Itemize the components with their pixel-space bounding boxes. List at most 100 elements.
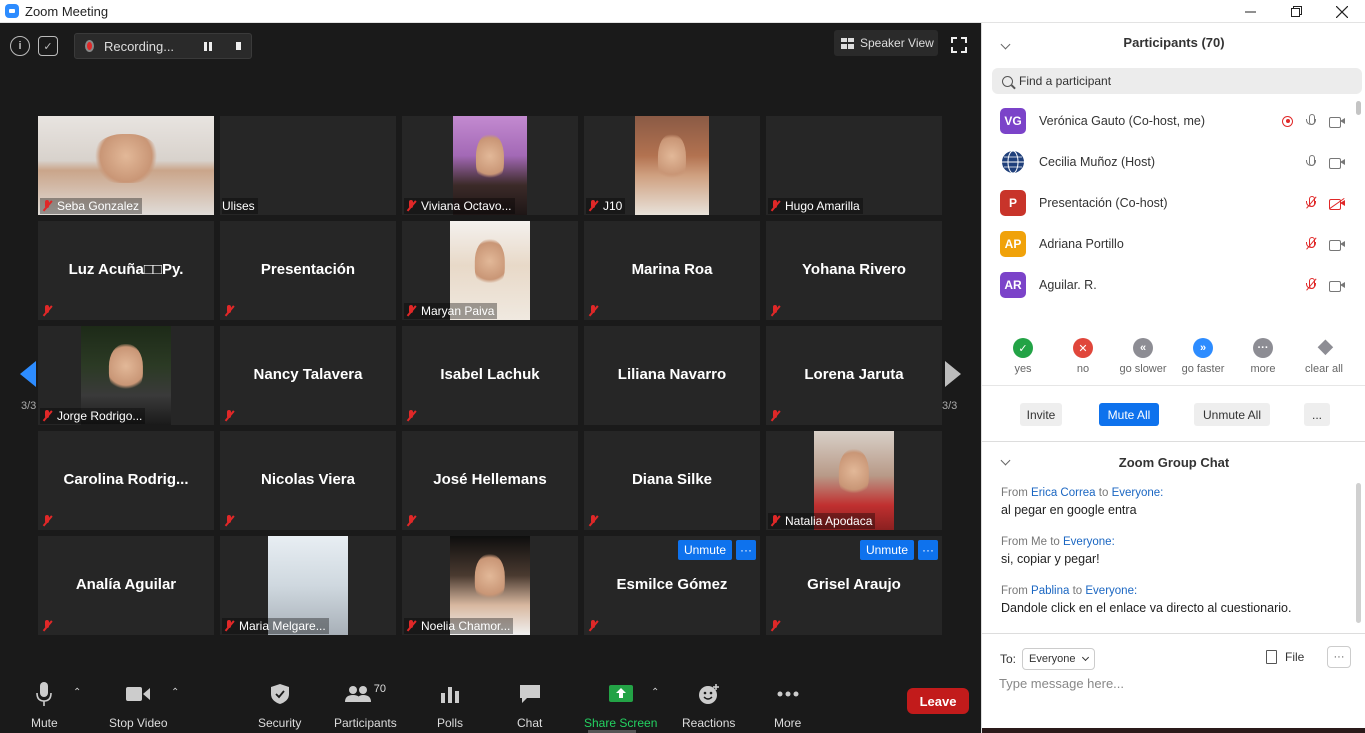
shield-check-icon[interactable]: ✓	[38, 36, 58, 56]
close-button[interactable]	[1319, 0, 1365, 23]
participant-name: J10	[603, 199, 623, 213]
participant-row[interactable]: AP Adriana Portillo	[1000, 229, 1345, 259]
window-titlebar: Zoom Meeting	[0, 0, 1365, 23]
restore-button[interactable]	[1273, 0, 1319, 23]
video-tile[interactable]: Yohana Rivero	[766, 221, 942, 320]
participant-row[interactable]: Cecilia Muñoz (Host)	[1000, 147, 1345, 177]
video-camera-icon	[1329, 116, 1345, 128]
video-tile[interactable]: J10	[584, 116, 760, 215]
ask-to-unmute-button[interactable]: Unmute	[677, 540, 732, 560]
muted-mic-icon	[1305, 237, 1317, 251]
muted-mic-icon	[222, 409, 236, 423]
video-tile[interactable]: Nancy Talavera	[220, 326, 396, 425]
stop-recording-icon[interactable]	[236, 42, 241, 50]
leave-button[interactable]: Leave	[907, 688, 969, 714]
video-tile[interactable]: Seba Gonzalez	[38, 116, 214, 215]
file-button[interactable]: File	[1266, 650, 1304, 664]
invite-button[interactable]: Invite	[1020, 403, 1062, 426]
video-tile[interactable]: Hugo Amarilla	[766, 116, 942, 215]
muted-mic-icon	[222, 514, 236, 528]
polls-button[interactable]: Polls	[437, 681, 463, 730]
close-icon	[1336, 5, 1348, 18]
previous-page-arrow-icon[interactable]	[18, 359, 38, 389]
video-tile[interactable]: Diana Silke	[584, 431, 760, 530]
participant-row[interactable]: P Presentación (Co-host)	[1000, 188, 1345, 218]
video-tile[interactable]: Noelia Chamor...	[402, 536, 578, 635]
tile-label	[586, 408, 589, 424]
participant-name: Seba Gonzalez	[57, 199, 140, 213]
zoom-app-icon	[5, 4, 19, 18]
ask-to-unmute-button[interactable]: Unmute	[859, 540, 914, 560]
participant-row[interactable]: AR Aguilar. R.	[1000, 270, 1345, 300]
participants-scrollbar[interactable]	[1356, 101, 1361, 115]
participants-more-button[interactable]: ...	[1304, 403, 1330, 426]
reactions-button[interactable]: Reactions	[682, 681, 735, 730]
reaction-no[interactable]: ✕ no	[1053, 338, 1113, 375]
reaction-go-slower[interactable]: « go slower	[1113, 338, 1173, 375]
video-tile[interactable]: Jorge Rodrigo...	[38, 326, 214, 425]
audio-options-caret-icon[interactable]: ⌃	[73, 687, 81, 698]
participant-status-icons	[1305, 196, 1345, 210]
participant-row[interactable]: VG Verónica Gauto (Co-host, me)	[1000, 106, 1345, 136]
share-options-caret-icon[interactable]: ⌃	[651, 687, 659, 698]
minimize-button[interactable]	[1227, 0, 1273, 23]
participant-name: Isabel Lachuk	[440, 366, 540, 383]
video-options-caret-icon[interactable]: ⌃	[171, 687, 179, 698]
fullscreen-icon[interactable]	[951, 37, 967, 53]
next-page-arrow-icon[interactable]	[943, 359, 963, 389]
tile-label	[404, 408, 421, 424]
chat-button[interactable]: Chat	[517, 681, 542, 730]
video-tile[interactable]: Ulises	[220, 116, 396, 215]
chat-message-input[interactable]	[999, 676, 1339, 691]
reaction-more[interactable]: ··· more	[1233, 338, 1293, 375]
video-tile[interactable]: Grisel Araujo Unmute ···	[766, 536, 942, 635]
right-side-panel: Participants (70) VG Verónica Gauto (Co-h…	[981, 23, 1365, 733]
speaker-view-button[interactable]: Speaker View	[834, 30, 938, 56]
chat-scrollbar[interactable]	[1356, 483, 1361, 623]
mute-all-button[interactable]: Mute All	[1099, 403, 1159, 426]
tile-more-button[interactable]: ···	[918, 540, 938, 560]
chat-recipient-row: To: Everyone	[1000, 648, 1095, 670]
video-tile[interactable]: Isabel Lachuk	[402, 326, 578, 425]
chat-sender: Erica Correa	[1031, 487, 1096, 499]
info-icon[interactable]: i	[10, 36, 30, 56]
reaction-clear-all[interactable]: clear all	[1294, 338, 1354, 375]
participant-face	[838, 448, 870, 499]
video-tile[interactable]: Natalia Apodaca	[766, 431, 942, 530]
video-tile[interactable]: José Hellemans	[402, 431, 578, 530]
video-tile[interactable]: Analía Aguilar	[38, 536, 214, 635]
video-tile[interactable]: Esmilce Gómez Unmute ···	[584, 536, 760, 635]
unmute-all-button[interactable]: Unmute All	[1194, 403, 1270, 426]
video-tile[interactable]: Presentación	[220, 221, 396, 320]
pause-recording-icon[interactable]	[204, 41, 213, 51]
video-tile[interactable]: Marina Roa	[584, 221, 760, 320]
mute-button[interactable]: Mute	[31, 681, 58, 730]
tile-label: Viviana Octavo...	[404, 198, 515, 214]
video-tile[interactable]: Luz Acuña□□Py.	[38, 221, 214, 320]
video-tile[interactable]: Maryan Paiva	[402, 221, 578, 320]
video-tile[interactable]: Maria Melgare...	[220, 536, 396, 635]
video-tile[interactable]: Liliana Navarro	[584, 326, 760, 425]
reaction-go-faster[interactable]: » go faster	[1173, 338, 1233, 375]
share-screen-button[interactable]: Share Screen	[584, 681, 657, 730]
avatar: VG	[1000, 108, 1026, 134]
security-button[interactable]: Security	[258, 681, 301, 730]
video-tile[interactable]: Nicolas Viera	[220, 431, 396, 530]
participant-name: Liliana Navarro	[617, 366, 727, 383]
muted-mic-icon	[40, 409, 54, 423]
participant-name: Hugo Amarilla	[785, 199, 860, 213]
participant-name: Carolina Rodrig...	[63, 471, 189, 488]
more-button[interactable]: More	[774, 681, 801, 730]
video-tile[interactable]: Carolina Rodrig...	[38, 431, 214, 530]
participant-search-input[interactable]	[1019, 74, 1319, 88]
chat-more-button[interactable]: ···	[1327, 646, 1351, 668]
share-screen-icon	[608, 685, 633, 702]
stop-video-button[interactable]: Stop Video	[109, 681, 168, 730]
recipient-dropdown[interactable]: Everyone	[1022, 648, 1095, 670]
video-tile[interactable]: Lorena Jaruta	[766, 326, 942, 425]
participants-button[interactable]: 70 Participants	[334, 681, 397, 730]
video-tile[interactable]: Viviana Octavo...	[402, 116, 578, 215]
reaction-yes[interactable]: ✓ yes	[993, 338, 1053, 375]
restore-icon	[1290, 6, 1302, 17]
tile-more-button[interactable]: ···	[736, 540, 756, 560]
